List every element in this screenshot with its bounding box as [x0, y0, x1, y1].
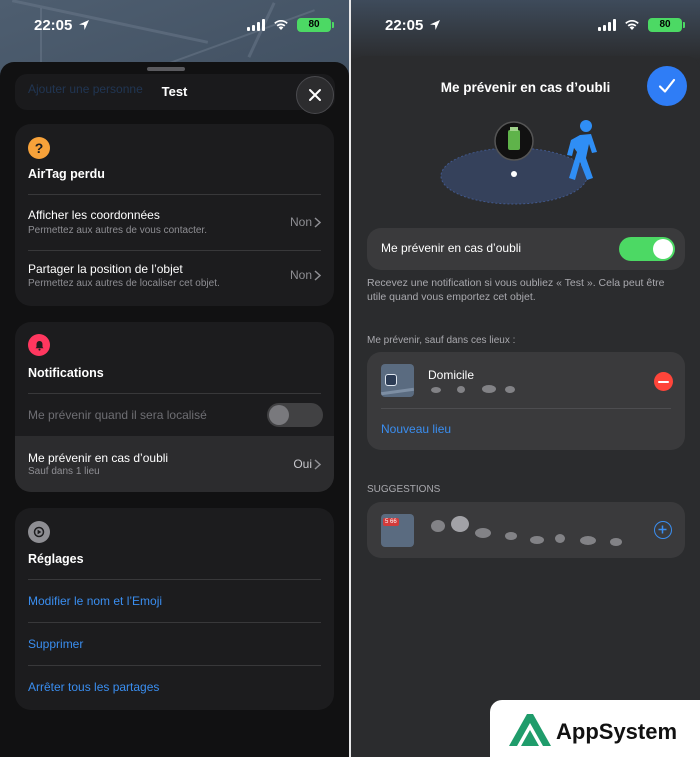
right-screen: 22:05 80 Me prévenir en cas d’oubli Me p… [351, 0, 700, 757]
battery-icon: 80 [648, 18, 685, 32]
appsystem-logo-icon [509, 714, 551, 746]
show-contact-value: Non [289, 215, 312, 229]
forget-toggle[interactable] [619, 237, 675, 261]
home-map-thumbnail [381, 364, 414, 397]
new-place-link[interactable]: Nouveau lieu [381, 422, 451, 436]
location-arrow-icon [430, 20, 440, 30]
chevron-right-icon [314, 217, 321, 228]
notifications-card: Notifications Me prévenir quand il sera … [15, 322, 334, 492]
airtag-lost-card: ? AirTag perdu Afficher les coordonnées … [15, 124, 334, 306]
notify-located-toggle[interactable] [267, 403, 323, 427]
airtag-card-title: AirTag perdu [28, 167, 105, 181]
places-list: Domicile Nouveau lieu [367, 352, 685, 450]
notify-forget-value: Oui [293, 457, 312, 471]
share-position-value: Non [289, 268, 312, 282]
forget-toggle-row: Me prévenir en cas d’oubli [367, 228, 685, 270]
separation-illustration [440, 120, 597, 205]
add-suggestion-button[interactable] [654, 521, 672, 539]
show-contact-subtitle: Permettez aux autres de vous contacter. [28, 225, 207, 236]
bell-icon [28, 334, 50, 356]
notify-located-label: Me prévenir quand il sera localisé [28, 408, 207, 422]
appsystem-logo-text: AppSystem [556, 719, 678, 744]
status-time: 22:05 [385, 17, 424, 34]
notify-forget-row[interactable]: Me prévenir en cas d’oubli Sauf dans 1 l… [15, 436, 334, 492]
home-place-name: Domicile [428, 368, 475, 382]
notify-forget-subtitle: Sauf dans 1 lieu [28, 466, 100, 477]
suggestion-thumb-badge: 5 66 [383, 518, 399, 526]
remove-place-button[interactable] [654, 372, 673, 391]
close-button[interactable] [296, 76, 334, 114]
sheet-grabber[interactable] [147, 67, 185, 71]
appsystem-logo: AppSystem [490, 700, 700, 757]
wifi-icon [625, 19, 639, 30]
divider [28, 579, 321, 580]
chevron-right-icon [314, 459, 321, 470]
forget-toggle-label: Me prévenir en cas d’oubli [381, 241, 522, 255]
notify-forget-title: Me prévenir en cas d’oubli [28, 451, 169, 465]
settings-title: Réglages [28, 552, 84, 566]
rename-link[interactable]: Modifier le nom et l’Emoji [28, 594, 162, 608]
divider [28, 393, 321, 394]
item-sheet: Ajouter une personne Test ? AirTag perdu… [0, 62, 349, 757]
battery-icon: 80 [297, 18, 334, 32]
share-position-row[interactable]: Partager la position de l’objet Permette… [15, 251, 334, 306]
chevron-right-icon [314, 270, 321, 281]
divider [28, 665, 321, 666]
minus-icon [658, 380, 669, 383]
suggestion-map-thumbnail: 5 66 [381, 514, 414, 547]
divider [381, 408, 671, 409]
close-icon [309, 89, 321, 101]
screenshot: 22:05 80 Ajouter une personne Test ? Air… [0, 0, 700, 757]
show-contact-title: Afficher les coordonnées [28, 208, 160, 222]
notifications-title: Notifications [28, 366, 104, 380]
plus-icon [658, 525, 667, 534]
divider [28, 622, 321, 623]
settings-card: Réglages Modifier le nom et l’Emoji Supp… [15, 508, 334, 710]
wifi-icon [274, 19, 288, 30]
suggestions-header: SUGGESTIONS [367, 484, 441, 495]
cellular-signal-icon [247, 19, 265, 31]
checkmark-icon [658, 78, 676, 93]
stop-sharing-link[interactable]: Arrêter tous les partages [28, 680, 159, 694]
status-bar: 22:05 80 [351, 0, 700, 50]
status-bar: 22:05 80 [0, 0, 349, 50]
show-contact-row[interactable]: Afficher les coordonnées Permettez aux a… [15, 195, 334, 250]
done-button[interactable] [647, 66, 687, 106]
home-address-redacted [427, 384, 527, 396]
suggestion-row[interactable]: 5 66 [367, 502, 685, 558]
places-header: Me prévenir, sauf dans ces lieux : [367, 335, 516, 346]
left-screen: 22:05 80 Ajouter une personne Test ? Air… [0, 0, 349, 757]
share-position-title: Partager la position de l’objet [28, 262, 183, 276]
suggestion-address-redacted [425, 514, 635, 548]
share-position-subtitle: Permettez aux autres de localiser cet ob… [28, 278, 220, 289]
cellular-signal-icon [598, 19, 616, 31]
forget-note: Recevez une notification si vous oubliez… [367, 277, 665, 303]
location-arrow-icon [79, 20, 89, 30]
status-time: 22:05 [34, 17, 73, 34]
settings-icon [28, 521, 50, 543]
delete-link[interactable]: Supprimer [28, 637, 83, 651]
question-icon: ? [28, 137, 50, 159]
